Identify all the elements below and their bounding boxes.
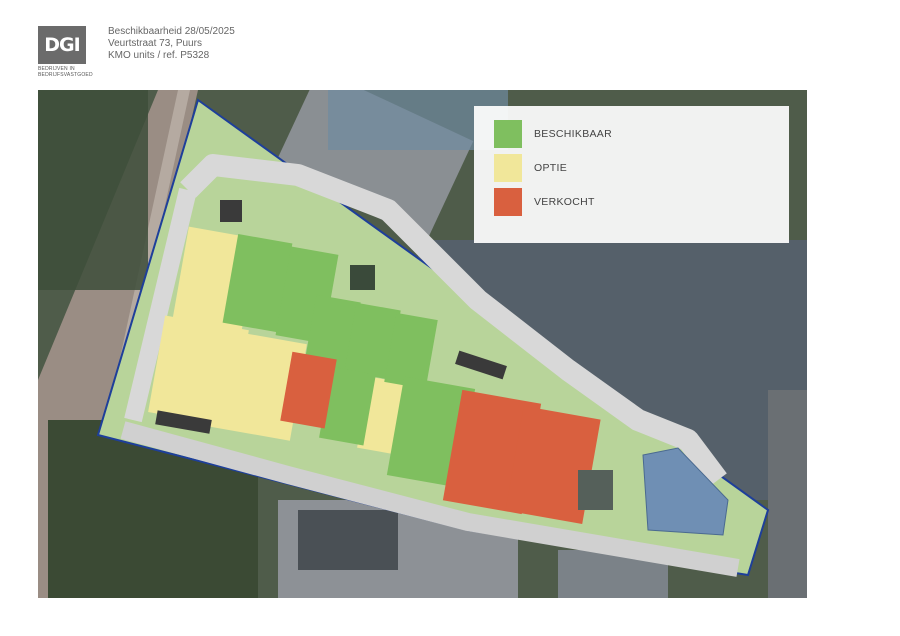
legend-swatch-beschikbaar — [494, 120, 522, 148]
legend-item-verkocht: VERKOCHT — [494, 188, 595, 216]
road-east — [768, 390, 807, 598]
legend-label-optie: OPTIE — [534, 162, 568, 174]
availability-date: Beschikbaarheid 28/05/2025 — [108, 26, 235, 37]
legend-item-beschikbaar: BESCHIKBAAR — [494, 120, 612, 148]
tech-block-1 — [220, 200, 242, 222]
logo-subtitle: BEDRIJVEN IN BEDRIJFSVASTGOED — [38, 66, 93, 78]
legend-item-optie: OPTIE — [494, 154, 567, 182]
dgi-logo: DGI BEDRIJVEN IN BEDRIJFSVASTGOED — [38, 26, 93, 78]
document-header: Beschikbaarheid 28/05/2025 Veurtstraat 7… — [108, 26, 235, 62]
legend-swatch-optie — [494, 154, 522, 182]
project-reference: KMO units / ref. P5328 — [108, 50, 210, 61]
trees-northwest — [38, 90, 148, 290]
building-south-dark — [298, 510, 398, 570]
logo-mark: DGI — [38, 26, 86, 64]
tech-block-2 — [350, 265, 375, 290]
tech-block-5 — [578, 470, 613, 510]
site-address: Veurtstraat 73, Puurs — [108, 38, 202, 49]
legend-label-verkocht: VERKOCHT — [534, 196, 595, 208]
legend-swatch-verkocht — [494, 188, 522, 216]
legend: BESCHIKBAAR OPTIE VERKOCHT — [474, 106, 789, 243]
legend-label-beschikbaar: BESCHIKBAAR — [534, 128, 612, 140]
